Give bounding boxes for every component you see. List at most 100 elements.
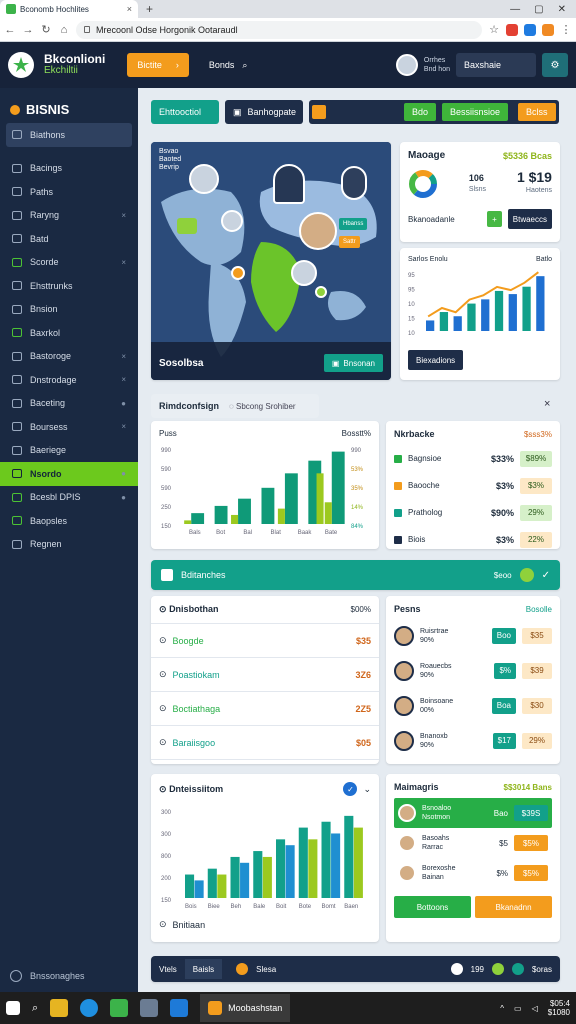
- manager-row[interactable]: Basoahs Rarrac $5 $5%: [394, 828, 552, 858]
- person-avatar[interactable]: [299, 212, 337, 250]
- toolbar-chip-4[interactable]: Bessiisnsioe: [442, 103, 509, 121]
- sidebar-item[interactable]: Dnstrodage ×: [0, 368, 138, 392]
- search-icon[interactable]: ⌕: [32, 1002, 38, 1015]
- taskbar-active-app[interactable]: Moobashstan: [200, 994, 291, 1022]
- person-avatar[interactable]: [221, 210, 243, 232]
- logo[interactable]: [8, 52, 34, 78]
- back-icon[interactable]: ←: [4, 24, 16, 36]
- sidebar-item-badge[interactable]: ×: [121, 211, 126, 220]
- sidebar-item[interactable]: Bnsion: [0, 298, 138, 322]
- sidebar-item[interactable]: Ehsttrunks: [0, 274, 138, 298]
- sidebar-item[interactable]: Regnen: [0, 533, 138, 557]
- sidebar-item-badge[interactable]: ●: [121, 469, 126, 478]
- tab-close-icon[interactable]: ×: [127, 4, 132, 14]
- map-pin-icon[interactable]: [315, 286, 327, 298]
- manager-row[interactable]: Borexoshe Bainan $% $5%: [394, 858, 552, 888]
- start-icon[interactable]: [6, 1001, 20, 1015]
- list-item[interactable]: ⊙ Poastiokam 3Z6: [151, 658, 379, 692]
- toolbar-chip-1[interactable]: Ehttooctiol: [151, 100, 219, 124]
- chevron-up-icon[interactable]: ^: [500, 1004, 504, 1013]
- window-icon[interactable]: [140, 999, 159, 1017]
- sidebar-item[interactable]: Nsordo ●: [0, 462, 138, 486]
- sidebar-item[interactable]: Baxrkol: [0, 321, 138, 345]
- section-pill[interactable]: ◌ Sbcong Srohiber: [229, 402, 296, 411]
- app-icon[interactable]: [110, 999, 129, 1017]
- toolbar-chip-3[interactable]: Bdo: [404, 103, 437, 121]
- sidebar-item-badge[interactable]: ×: [121, 352, 126, 361]
- sidebar-item-badge[interactable]: ×: [121, 258, 126, 267]
- volume-icon[interactable]: ◁: [532, 1004, 538, 1013]
- banner-check-icon[interactable]: ✓: [542, 570, 550, 581]
- managers-button-1[interactable]: Bottoons: [394, 896, 471, 918]
- person-row[interactable]: Ruisrtrae 90% Boo $35: [394, 618, 552, 653]
- sidebar-item[interactable]: Biathons: [6, 123, 132, 147]
- toolbar-chip-2[interactable]: ▣ Banhogpate: [225, 100, 303, 124]
- sidebar-item-badge[interactable]: ●: [121, 493, 126, 502]
- extension-icon[interactable]: [524, 23, 536, 36]
- sidebar-item[interactable]: Baceting ●: [0, 392, 138, 416]
- profile-icon[interactable]: [542, 23, 554, 36]
- close-icon[interactable]: ×: [544, 398, 550, 410]
- settings-icon[interactable]: ⚙: [542, 53, 568, 77]
- person-avatar[interactable]: [291, 260, 317, 286]
- reload-icon[interactable]: ↻: [40, 23, 52, 36]
- sidebar-item-badge[interactable]: ●: [121, 399, 126, 408]
- file-explorer-icon[interactable]: [50, 999, 69, 1017]
- network-icon[interactable]: ▭: [514, 1004, 522, 1013]
- sidebar-item[interactable]: Bastoroge ×: [0, 345, 138, 369]
- map-pin-icon[interactable]: [231, 266, 245, 280]
- maximize-icon[interactable]: ▢: [534, 4, 543, 15]
- bookmark-icon[interactable]: [312, 105, 326, 119]
- menu-dots-icon[interactable]: ⋮: [560, 23, 572, 36]
- nav-link-bonds[interactable]: Bonds: [209, 60, 235, 70]
- person-avatar[interactable]: [341, 166, 367, 200]
- person-row[interactable]: Boinsoane 00% Boa $30: [394, 688, 552, 723]
- metrics-row[interactable]: Baooche $3% $3%: [394, 472, 552, 499]
- profile-select[interactable]: Baxshaie: [456, 53, 536, 77]
- store-icon[interactable]: [170, 999, 189, 1017]
- banner-status-icon[interactable]: [519, 568, 534, 582]
- sidebar-item[interactable]: Bcesbl DPIS ●: [0, 486, 138, 510]
- metrics-row[interactable]: Biois $3% 22%: [394, 526, 552, 553]
- person-row[interactable]: Bnanoxb 90% $17 29%: [394, 723, 552, 758]
- managers-button-2[interactable]: Bkanadnn: [475, 896, 552, 918]
- minimize-icon[interactable]: —: [510, 4, 520, 15]
- avatar[interactable]: [395, 54, 418, 76]
- sidebar-item-badge[interactable]: ×: [121, 375, 126, 384]
- browser-tab[interactable]: Bconomb Hochlites ×: [0, 0, 138, 18]
- person-avatar[interactable]: [189, 164, 219, 194]
- list-item[interactable]: ⊙ Boogde $35: [151, 624, 379, 658]
- new-tab-icon[interactable]: +: [146, 2, 153, 16]
- clock[interactable]: $05:4 $1080: [548, 999, 570, 1017]
- list-item[interactable]: ⊙ Baraiisgoo $05: [151, 726, 379, 760]
- sidebar-item[interactable]: Scorde ×: [0, 251, 138, 275]
- metrics-row[interactable]: Pratholog $90% 29%: [394, 499, 552, 526]
- list-item[interactable]: ⊙ Boctiathaga 2Z5: [151, 692, 379, 726]
- home-icon[interactable]: ⌂: [58, 24, 70, 36]
- metrics-row[interactable]: Bagnsioe $33% $89%: [394, 445, 552, 472]
- extension-icon[interactable]: [506, 23, 518, 36]
- forward-icon[interactable]: →: [22, 24, 34, 36]
- sidebar-item[interactable]: Batd: [0, 227, 138, 251]
- chevron-down-icon[interactable]: ⌄: [363, 784, 371, 795]
- strip-box[interactable]: Baisls: [184, 959, 223, 979]
- sidebar-item[interactable]: Bacings: [0, 157, 138, 181]
- sidebar-item[interactable]: Baopsles: [0, 509, 138, 533]
- person-avatar[interactable]: [273, 164, 305, 204]
- sidebar-item[interactable]: Boursess ×: [0, 415, 138, 439]
- close-window-icon[interactable]: ✕: [558, 4, 566, 15]
- browser-icon[interactable]: [80, 999, 99, 1017]
- sidebar-item-badge[interactable]: ×: [121, 422, 126, 431]
- sidebar-item[interactable]: Baeriege: [0, 439, 138, 463]
- sidebar-footer[interactable]: Bnssonaghes: [10, 970, 85, 982]
- primary-action-button[interactable]: Bictite ›: [127, 53, 189, 77]
- map-footer-button[interactable]: ▣ Bnsonan: [323, 354, 383, 372]
- info-icon[interactable]: ✓: [343, 782, 358, 796]
- manage-footer-button[interactable]: Btwaeccs: [507, 209, 552, 229]
- map-marker-icon[interactable]: [177, 218, 197, 234]
- person-row[interactable]: Roauecbs 90% $% $39: [394, 653, 552, 688]
- add-icon[interactable]: +: [487, 211, 502, 227]
- manager-row[interactable]: Bsnoaloo Nsotmon Bao $39S: [394, 798, 552, 828]
- sidebar-item[interactable]: Raryng ×: [0, 204, 138, 228]
- toolbar-chip-5[interactable]: Bclss: [518, 103, 556, 121]
